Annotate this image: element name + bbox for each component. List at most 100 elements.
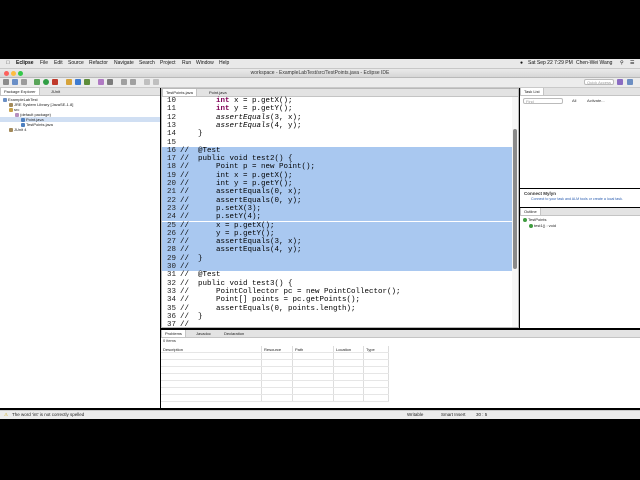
forward-icon[interactable] [153, 79, 159, 85]
menu-search[interactable]: Search [139, 60, 155, 67]
new-java-project-icon[interactable] [66, 79, 72, 85]
menu-project[interactable]: Project [160, 60, 176, 67]
code-line[interactable]: 37 // [162, 321, 512, 327]
code-line[interactable]: 34 // Point[] points = pc.getPoints(); [162, 296, 512, 304]
menu-help[interactable]: Help [219, 60, 229, 67]
notification-icon[interactable]: ☰ [630, 60, 634, 67]
task-find-input[interactable]: Find [523, 98, 563, 104]
next-annotation-icon[interactable] [130, 79, 136, 85]
tab-task-list[interactable]: Task List [520, 88, 544, 95]
new-icon[interactable] [3, 79, 9, 85]
previous-annotation-icon[interactable] [121, 79, 127, 85]
quick-access-input[interactable]: Quick Access [584, 79, 614, 85]
java-perspective-icon[interactable] [617, 79, 623, 85]
editor-scrollbar[interactable] [512, 97, 518, 327]
code-line[interactable]: 14 } [162, 130, 512, 138]
line-number: 23 [166, 204, 176, 213]
line-number: 28 [166, 246, 176, 255]
code-line[interactable]: 11 int y = p.getY(); [162, 105, 512, 113]
code-line[interactable]: 26 // y = p.getY(); [162, 229, 512, 239]
line-number: 25 [166, 221, 176, 230]
code-line[interactable]: 36 // } [162, 313, 512, 321]
code-line[interactable]: 30 // [162, 263, 512, 272]
back-icon[interactable] [144, 79, 150, 85]
line-text: // @Test [180, 271, 221, 280]
menu-navigate[interactable]: Navigate [114, 60, 134, 67]
wifi-icon[interactable]: ● [520, 60, 523, 67]
code-line[interactable]: 16 // @Test [162, 146, 512, 156]
tab-declaration[interactable]: Declaration [221, 330, 247, 337]
code-line[interactable]: 12 assertEquals(3, x); [162, 114, 512, 122]
code-line[interactable]: 21 // assertEquals(0, x); [162, 188, 512, 197]
task-filter-all[interactable]: All [572, 98, 576, 103]
code-line[interactable]: 15 [162, 139, 512, 147]
code-editor[interactable]: TestPoints.java Point.java 10 int x = p.… [161, 88, 519, 328]
outline-method[interactable]: test1() : void [529, 223, 556, 228]
code-line[interactable]: 19 // int x = p.getX(); [162, 171, 512, 180]
code-line[interactable]: 13 assertEquals(4, y); [162, 122, 512, 130]
code-line[interactable]: 31 // @Test [162, 271, 512, 279]
tab-outline[interactable]: Outline [520, 208, 541, 215]
debug-icon[interactable] [34, 79, 40, 85]
code-line[interactable]: 10 int x = p.getX(); [162, 97, 512, 105]
code-line[interactable]: 28 // assertEquals(4, y); [162, 246, 512, 255]
line-text: // p.setX(3); [180, 204, 262, 213]
code-line[interactable]: 18 // Point p = new Point(); [162, 163, 512, 172]
run-icon[interactable] [43, 79, 49, 85]
code-line[interactable]: 24 // p.setY(4); [162, 213, 512, 222]
zoom-window-button[interactable] [18, 71, 23, 76]
tree-item-junit[interactable]: JUnit 4 [9, 127, 26, 132]
line-text: // public void test2() { [180, 155, 293, 164]
search-icon[interactable]: ⚲ [620, 60, 624, 67]
code-line[interactable]: 25 // x = p.getX(); [162, 221, 512, 230]
tab-javadoc[interactable]: Javadoc [193, 330, 214, 337]
user-name[interactable]: Chen-Wei Wang [576, 60, 612, 67]
search-icon[interactable] [107, 79, 113, 85]
minimize-window-button[interactable] [11, 71, 16, 76]
line-number: 27 [166, 238, 176, 247]
mylyn-link[interactable]: Connect to your task and ALM tools or cr… [531, 197, 636, 201]
main-toolbar: Quick Access [0, 78, 640, 88]
line-number: 32 [166, 279, 176, 288]
scrollbar-thumb[interactable] [513, 129, 517, 269]
menu-run[interactable]: Run [182, 60, 191, 67]
problems-panel: Problems Javadoc Declaration 0 items Des… [161, 330, 640, 408]
outline-panel: Outline TestPoints test1() : void [520, 208, 640, 328]
datetime[interactable]: Sat Sep 22 7:29 PM [528, 60, 573, 67]
line-number: 24 [166, 213, 176, 222]
new-class-icon[interactable] [84, 79, 90, 85]
tab-testpoints-java[interactable]: TestPoints.java [162, 89, 197, 96]
code-line[interactable]: 29 // } [162, 254, 512, 263]
code-line[interactable]: 32 // public void test3() { [162, 280, 512, 288]
task-activate[interactable]: Activate... [587, 98, 605, 103]
menu-source[interactable]: Source [68, 60, 84, 67]
line-number: 33 [166, 287, 176, 296]
code-line[interactable]: 20 // int y = p.getY(); [162, 180, 512, 189]
line-text: // assertEquals(0, points.length); [180, 304, 356, 313]
menu-refactor[interactable]: Refactor [89, 60, 108, 67]
code-line[interactable]: 27 // assertEquals(3, x); [162, 238, 512, 247]
tab-problems[interactable]: Problems [161, 330, 186, 337]
tab-package-explorer[interactable]: Package Explorer [0, 88, 40, 95]
code-line[interactable]: 22 // assertEquals(0, y); [162, 196, 512, 205]
tab-point-java[interactable]: Point.java [206, 89, 230, 96]
code-line[interactable]: 33 // PointCollector pc = new PointCollec… [162, 288, 512, 296]
new-package-icon[interactable] [75, 79, 81, 85]
apple-icon[interactable]:  [6, 60, 10, 67]
menu-file[interactable]: File [40, 60, 48, 67]
menu-window[interactable]: Window [196, 60, 214, 67]
menu-edit[interactable]: Edit [54, 60, 63, 67]
open-type-icon[interactable] [98, 79, 104, 85]
external-tools-icon[interactable] [52, 79, 58, 85]
close-window-button[interactable] [4, 71, 9, 76]
print-icon[interactable] [21, 79, 27, 85]
outline-class[interactable]: TestPoints [523, 217, 546, 222]
code-line[interactable]: 35 // assertEquals(0, points.length); [162, 305, 512, 313]
tab-junit[interactable]: JUnit [48, 88, 63, 95]
code-line[interactable]: 23 // p.setX(3); [162, 204, 512, 214]
debug-perspective-icon[interactable] [627, 79, 633, 85]
code-line[interactable]: 17 // public void test2() { [162, 155, 512, 164]
app-menu[interactable]: Eclipse [16, 60, 34, 67]
save-icon[interactable] [12, 79, 18, 85]
package-explorer-tabbar: Package Explorer JUnit [0, 88, 160, 96]
